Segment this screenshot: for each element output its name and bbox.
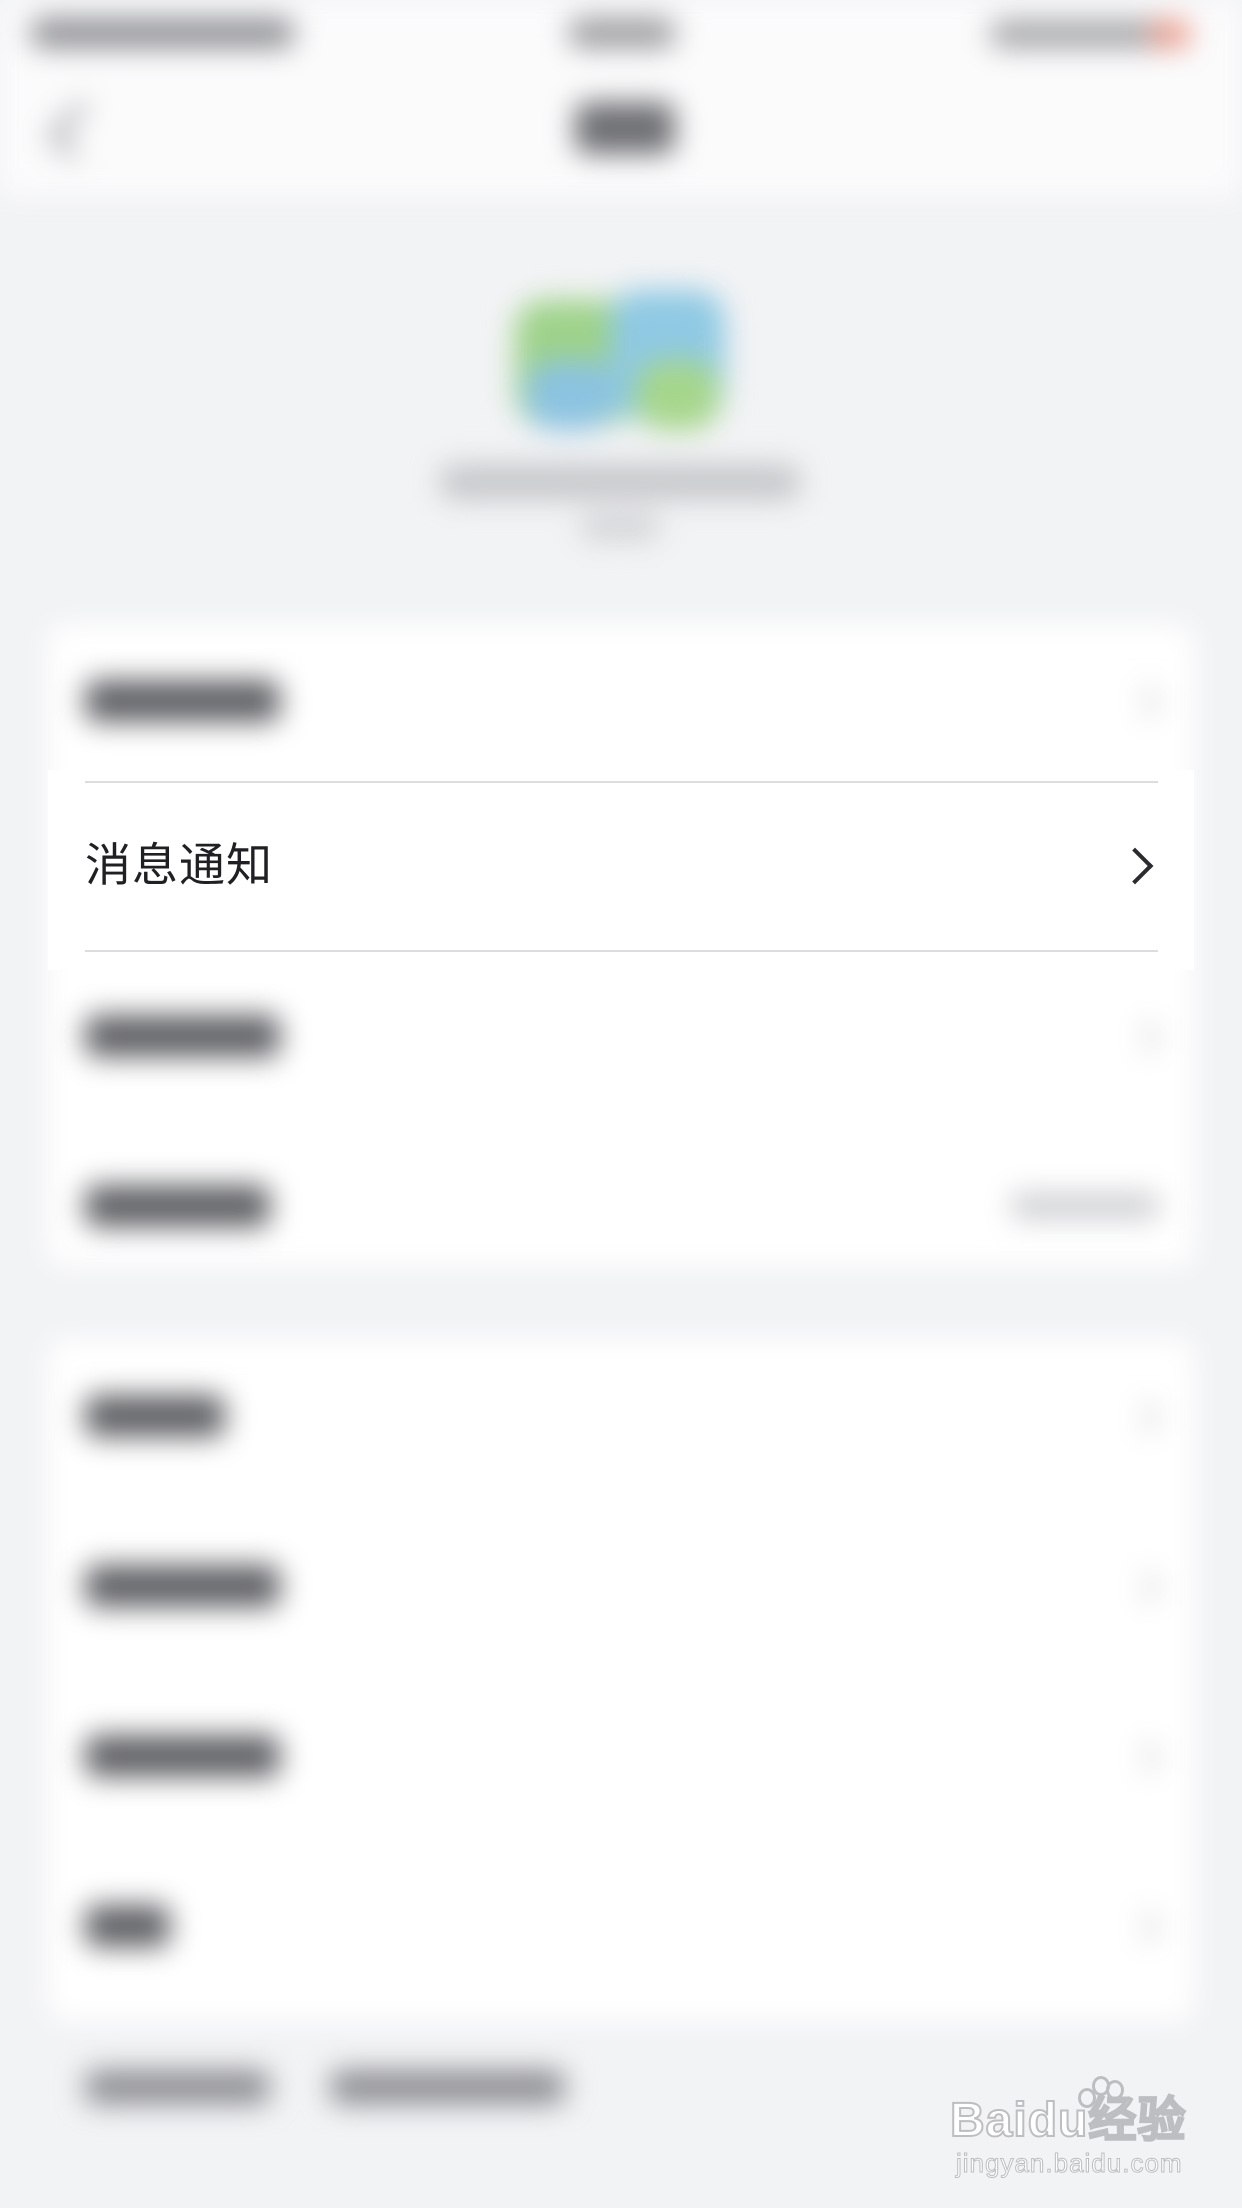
settings-row-4-value-placeholder [1010,1192,1160,1220]
chevron-right-icon [1116,847,1154,885]
navigation-bar [0,66,1242,196]
footer-link-1-placeholder[interactable] [85,2070,270,2104]
settings-item-message-notification[interactable]: 消息通知 [48,770,1194,970]
settings-row-6-placeholder[interactable] [85,1565,280,1607]
settings-row-3-placeholder[interactable] [85,1015,280,1057]
back-arrow-icon[interactable] [48,101,106,159]
status-bar-left-placeholder [30,18,295,48]
app-name-placeholder [440,465,800,499]
logo-shape-green-lower [635,360,720,430]
row-divider-bottom [85,950,1158,952]
settings-row-5-placeholder[interactable] [85,1395,225,1437]
app-version-placeholder [580,515,660,539]
status-bar [0,0,1242,66]
settings-row-1-placeholder[interactable] [85,680,280,722]
settings-row-4-placeholder[interactable] [85,1185,270,1227]
status-bar-right-placeholder [990,20,1170,48]
watermark-brand: Baidu经验 [949,2093,1187,2148]
nav-title-placeholder [575,102,675,154]
battery-icon [1150,20,1190,48]
row-divider-top [85,781,1158,783]
settings-row-7-placeholder[interactable] [85,1735,280,1777]
settings-item-label: 消息通知 [85,838,273,892]
status-bar-time-placeholder [568,18,676,48]
baidu-jingyan-watermark: Baidu经验 jingyan.baidu.com [949,2070,1230,2190]
settings-card-2 [48,1340,1194,2020]
footer-link-2-placeholder[interactable] [330,2070,565,2104]
watermark-url: jingyan.baidu.com [956,2148,1183,2179]
blurred-background [0,0,1242,2208]
logo-shape-blue-lower [525,360,615,430]
settings-row-8-placeholder[interactable] [85,1905,170,1947]
app-logo [515,290,730,445]
